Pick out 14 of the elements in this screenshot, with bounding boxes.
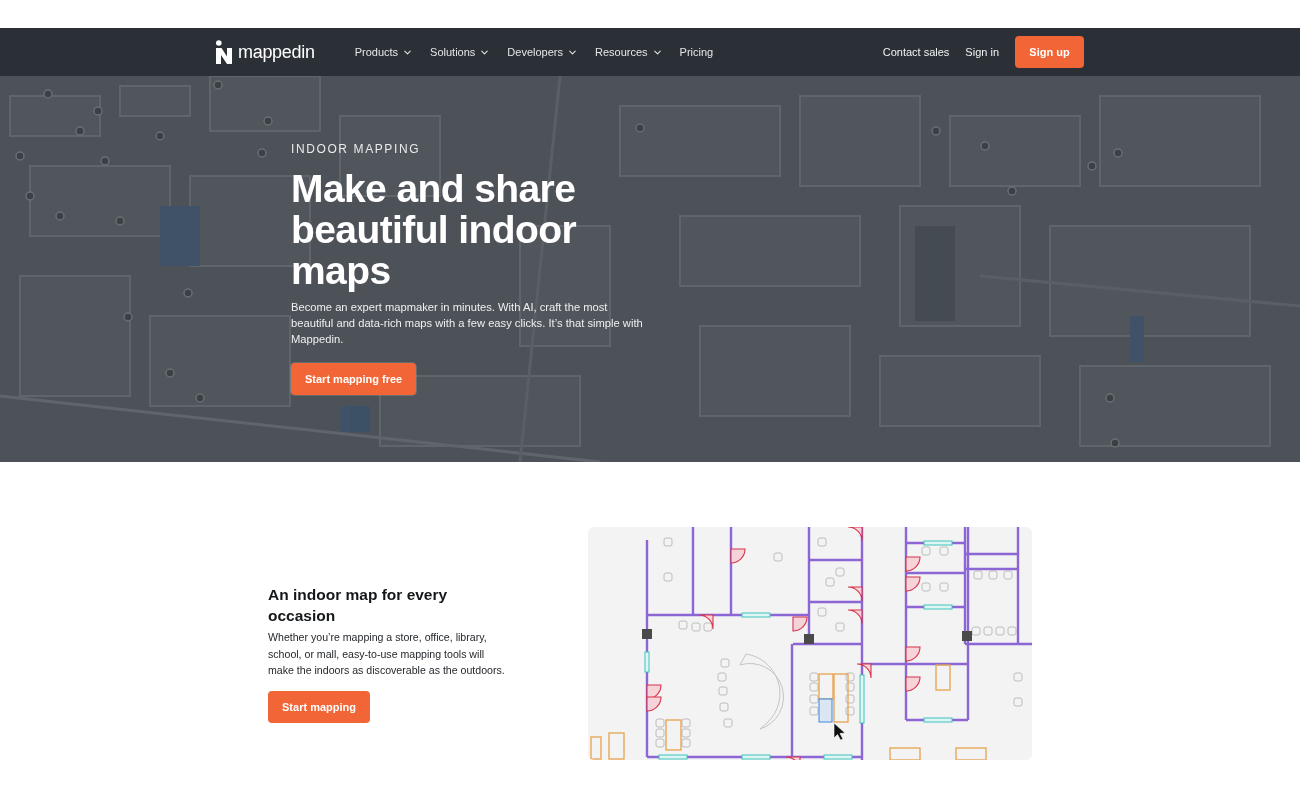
nav-link[interactable]: Sign in [965, 46, 999, 58]
nav-menu-link[interactable]: Pricing [679, 46, 714, 58]
nav-menu-link[interactable]: Solutions [430, 46, 491, 58]
eyebrow-label: INDOOR MAPPING [291, 142, 421, 156]
section-heading: An indoor map for every occasion [268, 585, 449, 626]
nav-menu-link[interactable]: Products [354, 46, 414, 58]
logo-icon [216, 40, 232, 64]
nav-link[interactable]: Contact sales [882, 46, 950, 58]
nav-menu-link[interactable]: Developers [507, 46, 578, 58]
section-description: Whether you’re mapping a store, office, library, school, or mall, easy-to-use mapping tools will make the indoors as discoverable as the outdoors. [268, 630, 506, 678]
nav-menu-link[interactable]: Resources [595, 46, 663, 58]
hero-heading: Make and share beautiful indoor maps [291, 168, 577, 291]
hero-description: Become an expert mapmaker in minutes. With AI, craft the most beautiful and data-rich maps with a few easy clicks. It’s that simple with Mappedin. [291, 300, 644, 347]
brand-wordmark[interactable]: mappedin [238, 41, 315, 63]
